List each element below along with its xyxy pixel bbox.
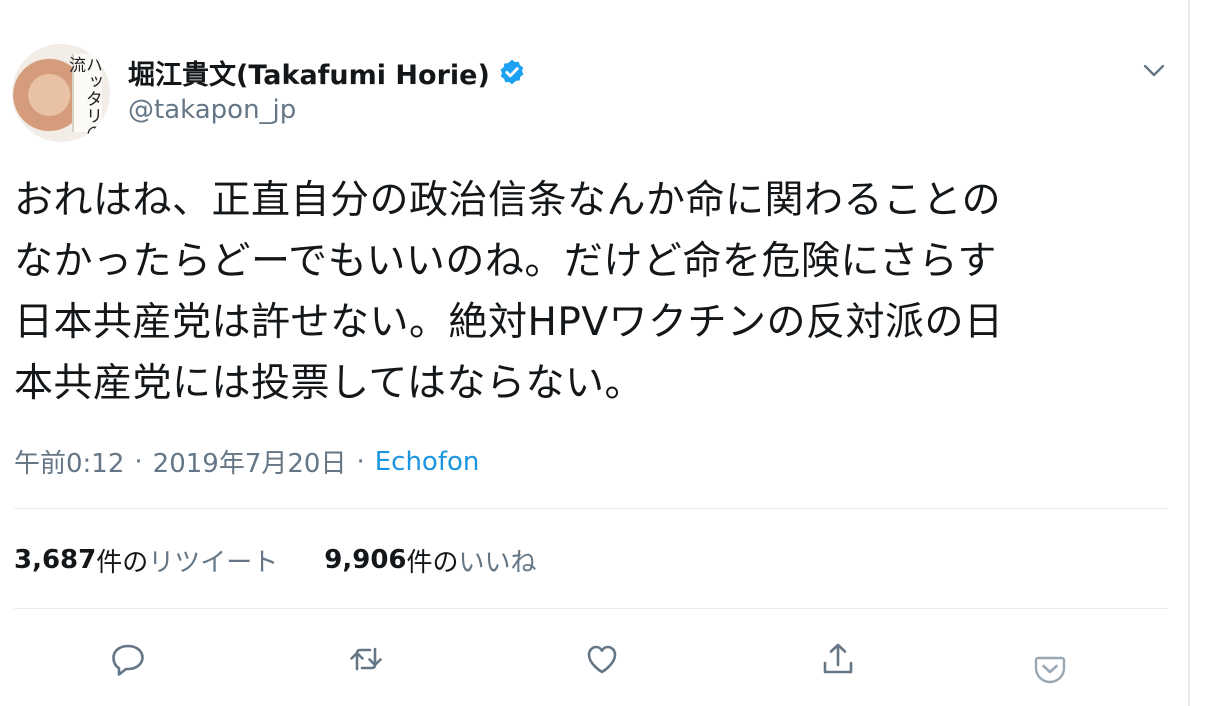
tweet-text-line: おれはね、正直自分の政治信条なんか命に関わることの (14, 178, 1002, 223)
avatar[interactable]: ハッタリの流 (12, 44, 110, 142)
pocket-icon[interactable] (1026, 645, 1074, 693)
tweet-text-line: なかったらどーでもいいのね。だけど命を危険にさらす (14, 239, 997, 284)
stats-bottom-divider (14, 608, 1168, 609)
tweet-date[interactable]: 2019年7月20日 (153, 443, 347, 480)
right-border (1188, 0, 1190, 706)
user-handle[interactable]: @takapon_jp (128, 95, 296, 125)
like-count-unit: 件の (406, 547, 459, 578)
tweet-source-link[interactable]: Echofon (375, 447, 480, 477)
retweet-count-label: リツイート (148, 547, 279, 578)
retweet-count-link[interactable]: 3,687 件の リツイート (14, 542, 278, 579)
retweet-count-unit: 件の (96, 547, 149, 578)
stats-top-divider (14, 508, 1168, 509)
reply-icon[interactable] (104, 635, 152, 683)
avatar-book-title: ハッタリの流 (65, 56, 102, 141)
retweet-count: 3,687 (14, 545, 97, 575)
like-count: 9,906 (324, 545, 407, 575)
tweet-metadata: 午前0:12 · 2019年7月20日 · Echofon (14, 443, 479, 480)
display-name[interactable]: 堀江貴文(Takafumi Horie) (128, 53, 490, 92)
tweet-text: おれはね、正直自分の政治信条なんか命に関わることの なかったらどーでもいいのね。… (14, 170, 1174, 414)
like-count-link[interactable]: 9,906 件の いいね (324, 542, 536, 579)
heart-icon[interactable] (578, 635, 626, 683)
share-icon[interactable] (814, 635, 862, 683)
tweet-text-line: 日本共産党は許せない。絶対HPVワクチンの反対派の日 (14, 300, 1004, 345)
tweet-time[interactable]: 午前0:12 (14, 443, 124, 480)
like-count-label: いいね (458, 547, 537, 578)
tweet-stats: 3,687 件の リツイート 9,906 件の いいね (14, 540, 537, 580)
chevron-down-icon[interactable] (1138, 54, 1170, 86)
retweet-icon[interactable] (342, 635, 390, 683)
author-name-row[interactable]: 堀江貴文(Takafumi Horie) (128, 52, 526, 92)
meta-separator: · (134, 446, 143, 477)
meta-separator: · (356, 446, 365, 477)
verified-badge-icon (498, 58, 526, 86)
tweet-text-line: 本共産党には投票してはならない。 (14, 361, 645, 406)
